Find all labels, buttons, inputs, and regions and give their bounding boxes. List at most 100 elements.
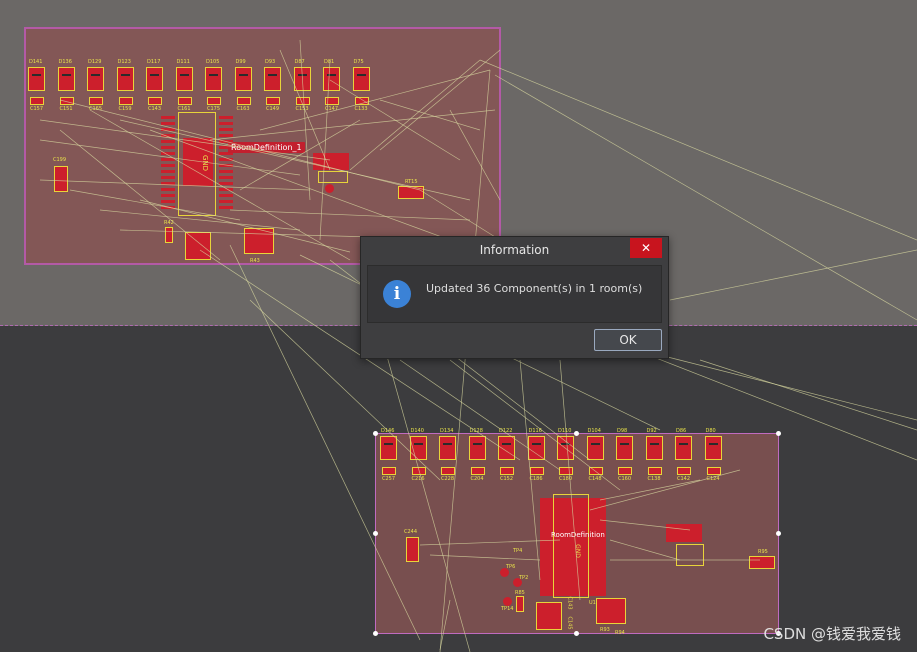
ic-pin xyxy=(161,200,175,203)
selection-handle-tm[interactable] xyxy=(574,431,579,436)
room1-diode[interactable] xyxy=(205,67,222,91)
room1-diode[interactable] xyxy=(234,67,252,91)
ic-pin xyxy=(161,206,175,209)
room2-res-r95[interactable] xyxy=(749,556,775,569)
room2-cap[interactable] xyxy=(559,467,573,475)
room1-res-rt15[interactable] xyxy=(398,186,424,199)
watermark: CSDN @钱爱我爱钱 xyxy=(763,625,901,643)
room1-cap-label: C147 xyxy=(325,106,339,112)
selection-handle-tr[interactable] xyxy=(776,431,781,436)
room1-cap[interactable] xyxy=(89,97,103,105)
room1-cap[interactable] xyxy=(59,97,74,105)
room1-diode[interactable] xyxy=(28,67,45,91)
ic-pin xyxy=(161,146,175,149)
ic-pin xyxy=(161,128,175,131)
room2-label-tp14: TP14 xyxy=(501,606,514,612)
room1-diode[interactable] xyxy=(323,67,340,91)
room2-cap-c244[interactable] xyxy=(406,537,419,562)
ic-pin xyxy=(219,194,233,197)
room1-cap-label: C149 xyxy=(266,106,280,112)
room1-cap[interactable] xyxy=(207,97,221,105)
room2-res-r85[interactable] xyxy=(516,596,524,612)
room1-cap[interactable] xyxy=(325,97,339,105)
room1-cap[interactable] xyxy=(118,97,133,105)
room1-cap-label: C163 xyxy=(236,106,250,112)
room1-cap-c156[interactable] xyxy=(185,232,211,260)
room2-diode[interactable] xyxy=(527,436,545,460)
room1-diode[interactable] xyxy=(116,67,134,91)
room1-cap[interactable] xyxy=(236,97,251,105)
room2-cap[interactable] xyxy=(500,467,514,475)
ic-pin xyxy=(219,176,233,179)
ic-pin xyxy=(161,164,175,167)
ic-pin xyxy=(161,188,175,191)
room2-diode[interactable] xyxy=(616,436,633,460)
room2-tp14[interactable] xyxy=(503,597,512,606)
room1-cap[interactable] xyxy=(266,97,280,105)
room2-cap-c143[interactable] xyxy=(536,602,562,630)
room2-diode[interactable] xyxy=(468,436,486,460)
room2-diode[interactable] xyxy=(498,436,515,460)
room2-label-tp6: TP6 xyxy=(506,564,516,570)
room2-res-r93-r94[interactable] xyxy=(596,598,626,624)
room1-cap[interactable] xyxy=(177,97,192,105)
room1-cap[interactable] xyxy=(354,97,369,105)
room1-cap-c199[interactable] xyxy=(54,166,68,192)
ic-pin xyxy=(219,164,233,167)
ic-pin xyxy=(219,134,233,137)
room1-label-tag[interactable]: RoomDefinition_1 xyxy=(228,142,305,153)
room1-diode-label: D117 xyxy=(147,59,161,65)
room1-res-r42[interactable] xyxy=(165,227,173,243)
room2-cap[interactable] xyxy=(588,467,603,475)
room2-cap[interactable] xyxy=(618,467,632,475)
room1-cap-c160[interactable] xyxy=(244,228,274,254)
room2-cap-label: C148 xyxy=(588,476,602,482)
room1-diode[interactable] xyxy=(352,67,370,91)
selection-handle-bm[interactable] xyxy=(574,631,579,636)
room1-diode[interactable] xyxy=(146,67,163,91)
room1-pad-outline xyxy=(318,171,348,183)
room2-cap[interactable] xyxy=(441,467,455,475)
room2-diode[interactable] xyxy=(675,436,692,460)
room2-label-tag[interactable]: RoomDefinition xyxy=(548,530,608,541)
room2-label-c143: C143 xyxy=(566,596,573,610)
room2-diode[interactable] xyxy=(439,436,456,460)
info-icon: i xyxy=(383,280,411,308)
room1-diode-label: D141 xyxy=(29,59,43,65)
room1-diode[interactable] xyxy=(87,67,104,91)
room2-cap-label: C152 xyxy=(500,476,514,482)
room2-cap[interactable] xyxy=(706,467,721,475)
selection-handle-bl[interactable] xyxy=(373,631,378,636)
information-dialog: Information ✕ i Updated 36 Component(s) … xyxy=(360,236,669,359)
room1-diode[interactable] xyxy=(57,67,75,91)
ic-pin xyxy=(161,194,175,197)
room1-cap-label: C159 xyxy=(118,106,132,112)
room2-diode[interactable] xyxy=(645,436,663,460)
room1-cap[interactable] xyxy=(30,97,44,105)
close-icon[interactable]: ✕ xyxy=(630,238,662,258)
room1-diode[interactable] xyxy=(264,67,281,91)
room2-cap[interactable] xyxy=(677,467,691,475)
room2-diode[interactable] xyxy=(586,436,604,460)
room2-diode[interactable] xyxy=(704,436,722,460)
room2-diode[interactable] xyxy=(380,436,397,460)
room2-cap[interactable] xyxy=(647,467,662,475)
room2-diode[interactable] xyxy=(557,436,574,460)
room2-cap[interactable] xyxy=(470,467,485,475)
room2-ic-label: GND xyxy=(573,544,581,558)
ic-pin xyxy=(161,122,175,125)
room2-ic-outline xyxy=(553,494,589,598)
room2-diode[interactable] xyxy=(409,436,427,460)
room2-cap[interactable] xyxy=(382,467,396,475)
room1-cap[interactable] xyxy=(295,97,310,105)
room1-diode[interactable] xyxy=(293,67,311,91)
room1-diode[interactable] xyxy=(175,67,193,91)
room2-cap[interactable] xyxy=(529,467,544,475)
room1-via xyxy=(325,184,334,193)
room1-cap[interactable] xyxy=(148,97,162,105)
selection-handle-tl[interactable] xyxy=(373,431,378,436)
room2-cap[interactable] xyxy=(411,467,426,475)
selection-handle-mr[interactable] xyxy=(776,531,781,536)
ok-button[interactable]: OK xyxy=(594,329,662,351)
selection-handle-ml[interactable] xyxy=(373,531,378,536)
